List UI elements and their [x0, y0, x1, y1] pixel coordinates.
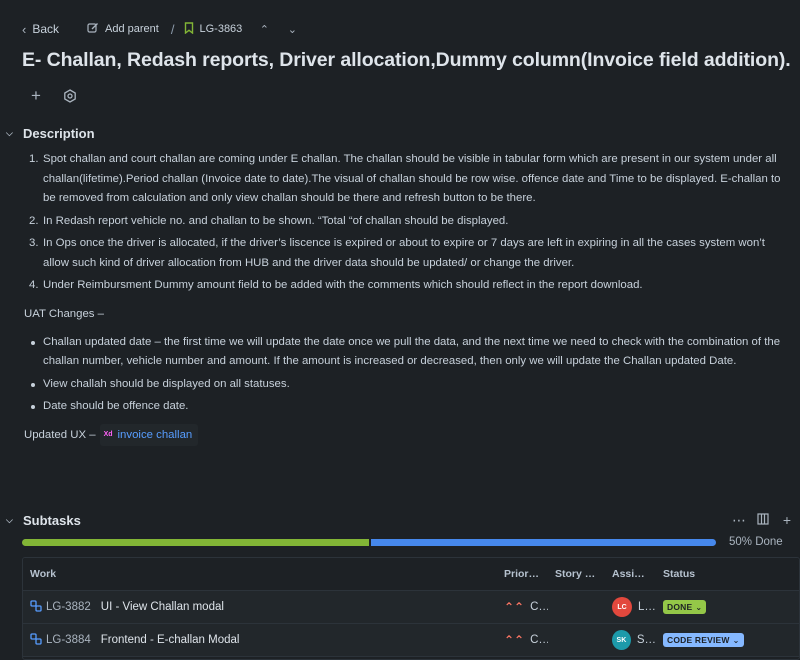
issue-actions: + [24, 84, 82, 108]
edit-icon [87, 22, 99, 37]
more-icon[interactable]: ⋯ [732, 512, 746, 529]
chevron-down-icon: ⌄ [732, 635, 740, 645]
add-parent-button[interactable]: Add parent [87, 22, 159, 37]
chevron-down-icon: ⌄ [695, 602, 703, 612]
issue-title[interactable]: E- Challan, Redash reports, Driver alloc… [22, 49, 792, 72]
issue-key: LG-3863 [199, 23, 243, 35]
add-icon[interactable]: + [24, 84, 48, 108]
subtasks-heading: Subtasks [23, 513, 81, 528]
table-row[interactable]: LG-3884 Frontend - E-challan Modal ⌃⌃ C…… [23, 624, 799, 657]
description-header[interactable]: ⌵ Description [6, 126, 95, 141]
bullet-list: Challan updated date – the first time we… [24, 333, 784, 417]
back-label: Back [32, 22, 60, 36]
list-item: Challan updated date – the first time we… [24, 333, 784, 372]
priority-text: C… [530, 634, 548, 646]
column-header-status[interactable]: Status [656, 568, 799, 580]
list-item: View challah should be displayed on all … [24, 375, 784, 395]
updated-ux-line: Updated UX – Xd invoice challan [24, 423, 784, 446]
priority-text: C… [530, 601, 548, 613]
columns-icon[interactable] [756, 512, 770, 529]
description-body[interactable]: 1. Spot challan and court challan are com… [24, 150, 784, 446]
column-header-work[interactable]: Work [23, 568, 497, 580]
apps-icon[interactable] [58, 84, 82, 108]
list-item: Date should be offence date. [24, 397, 784, 417]
subtask-summary[interactable]: UI - View Challan modal [101, 601, 224, 613]
progress-done [22, 539, 369, 546]
add-subtask-icon[interactable]: + [780, 512, 794, 529]
story-icon [184, 21, 194, 37]
avatar[interactable]: LC [612, 597, 632, 617]
status-badge[interactable]: DONE ⌄ [663, 600, 707, 614]
invoice-challan-link[interactable]: Xd invoice challan [99, 423, 199, 446]
table-header: Work Prior… Story … Assi… Status [23, 558, 799, 591]
column-header-assignee[interactable]: Assi… [605, 568, 656, 580]
updated-ux-label: Updated UX – [24, 428, 96, 441]
subtask-icon [30, 632, 42, 648]
table-row[interactable]: LG-3882 UI - View Challan modal ⌃⌃ C… LC… [23, 591, 799, 624]
chevron-down-icon[interactable]: ⌄ [284, 23, 300, 36]
chevron-down-icon: ⌵ [6, 515, 13, 525]
chevron-left-icon: ‹ [22, 21, 27, 37]
uat-heading: UAT Changes – [24, 307, 104, 320]
subtask-summary[interactable]: Frontend - E-challan Modal [101, 634, 240, 646]
column-header-priority[interactable]: Prior… [497, 568, 548, 580]
column-header-story-points[interactable]: Story … [548, 568, 605, 580]
priority-critical-icon: ⌃⌃ [504, 600, 525, 614]
description-heading: Description [23, 126, 95, 141]
list-item: 2. In Redash report vehicle no. and chall… [29, 214, 509, 227]
list-item: 4. Under Reimbursment Dummy amount field … [29, 279, 643, 291]
subtasks-header[interactable]: ⌵ Subtasks [6, 513, 81, 528]
list-item: 3. In Ops once the driver is allocated, i… [29, 237, 765, 269]
list-item: 1. Spot challan and court challan are com… [29, 153, 781, 204]
subtask-key[interactable]: LG-3884 [46, 634, 91, 646]
status-badge[interactable]: CODE REVIEW ⌄ [663, 633, 744, 647]
chevron-down-icon: ⌵ [6, 128, 13, 138]
progress-remaining [371, 539, 716, 546]
adobe-xd-icon: Xd [103, 430, 113, 438]
subtask-icon [30, 599, 42, 615]
subtasks-table: Work Prior… Story … Assi… Status LG-3882… [22, 557, 800, 660]
subtasks-toolbar: ⋯ + [732, 512, 794, 529]
progress-label: 50% Done [729, 536, 783, 548]
assignee-name: S… [636, 634, 656, 646]
add-parent-label: Add parent [105, 23, 159, 35]
avatar[interactable]: SK [612, 630, 631, 650]
chevron-up-icon[interactable]: ⌃ [256, 23, 272, 36]
subtasks-progress-bar [22, 539, 716, 546]
link-text: invoice challan [117, 428, 193, 441]
breadcrumb-separator: / [170, 21, 175, 37]
issue-key-link[interactable]: LG-3863 [184, 21, 243, 37]
priority-critical-icon: ⌃⌃ [504, 633, 525, 647]
subtask-key[interactable]: LG-3882 [46, 601, 91, 613]
back-button[interactable]: ‹ Back [22, 22, 59, 37]
numbered-list: 1. Spot challan and court challan are com… [24, 150, 784, 296]
assignee-name: L… [638, 601, 656, 613]
